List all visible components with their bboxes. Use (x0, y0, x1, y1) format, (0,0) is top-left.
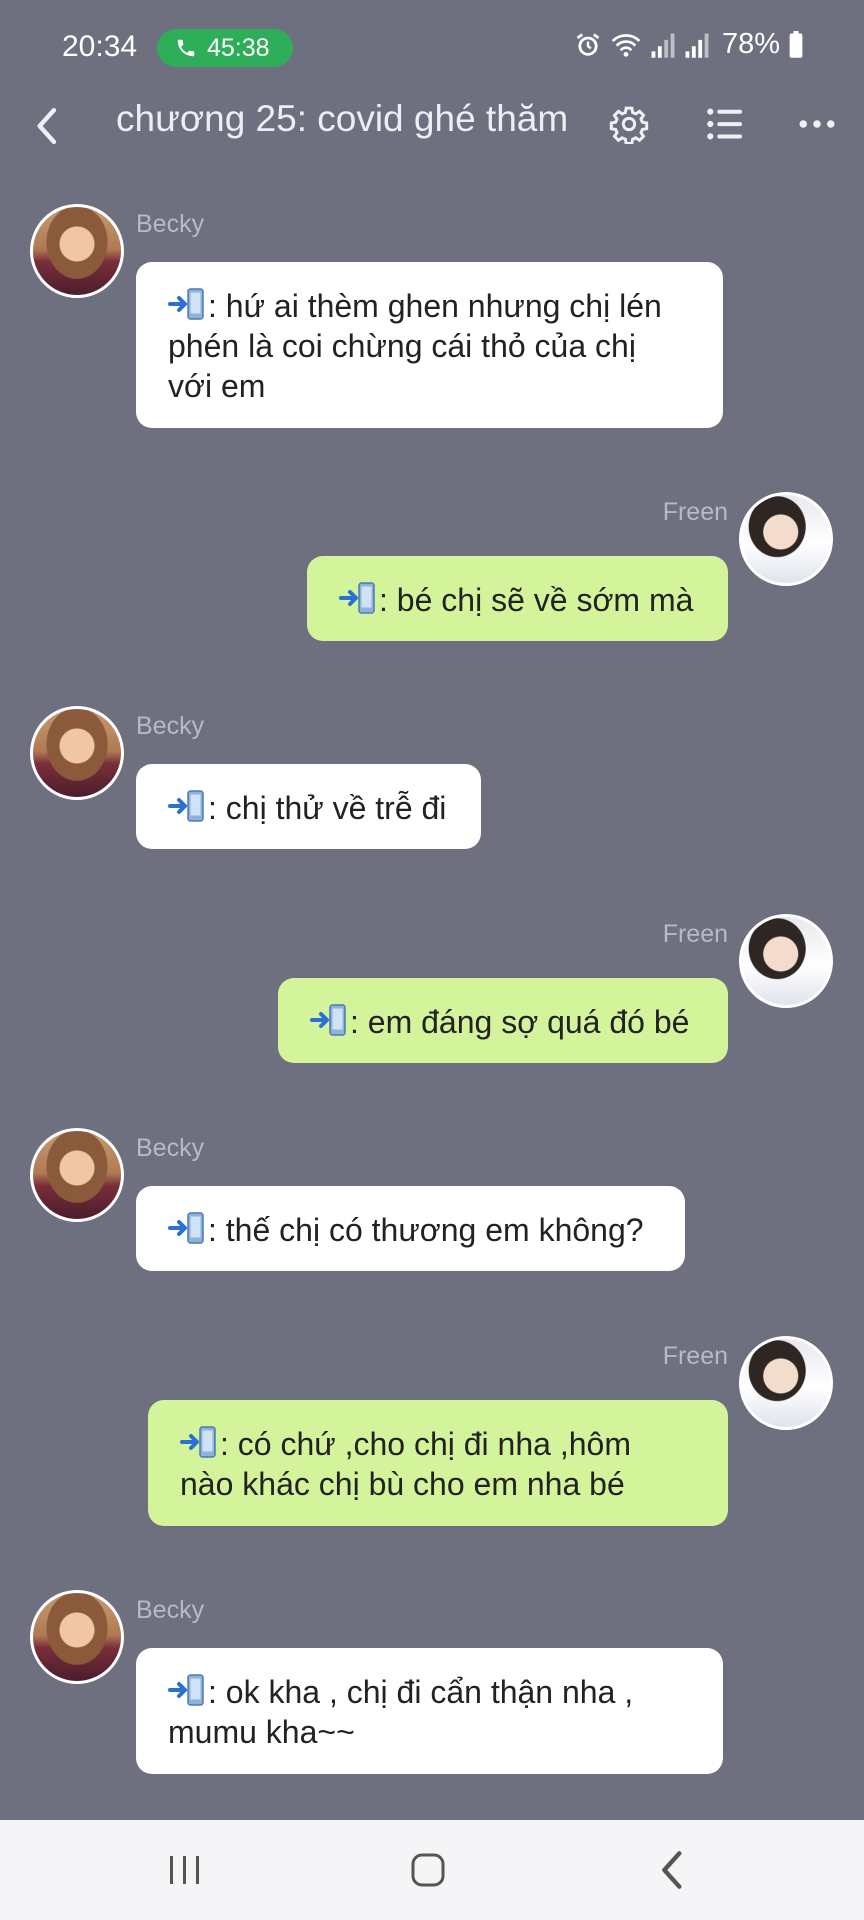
phone-transfer-icon (339, 582, 375, 614)
more-options-button[interactable] (792, 92, 842, 156)
recents-icon (170, 1856, 199, 1884)
recents-button[interactable] (150, 1842, 220, 1898)
sender-name: Becky (136, 210, 205, 238)
more-icon (799, 120, 835, 128)
phone-transfer-icon (168, 1212, 204, 1244)
back-icon (662, 1851, 682, 1889)
phone-transfer-icon (168, 288, 204, 320)
avatar-becky[interactable] (30, 1590, 124, 1684)
phone-transfer-icon (180, 1426, 216, 1458)
phone-transfer-icon (310, 1004, 346, 1036)
message-bubble[interactable]: : hứ ai thèm ghen nhưng chị lén phén là … (136, 262, 723, 428)
sender-name: Becky (136, 1596, 205, 1624)
status-icons: 78% (574, 28, 804, 61)
chapter-list-button[interactable] (700, 92, 750, 156)
sender-name: Becky (136, 712, 205, 740)
list-icon (707, 108, 742, 140)
title-bar: chương 25: covid ghé thăm (0, 88, 864, 168)
sender-name: Freen (662, 498, 728, 526)
message-bubble[interactable]: : em đáng sợ quá đó bé (278, 978, 728, 1063)
sender-name: Freen (662, 1342, 728, 1370)
message-bubble[interactable]: : ok kha , chị đi cẩn thận nha , mumu kh… (136, 1648, 723, 1774)
phone-call-icon (177, 39, 195, 57)
message-bubble[interactable]: : chị thử về trễ đi (136, 764, 481, 849)
chat-screen: 20:34 45:38 78% chương 25: covid ghé thă… (0, 0, 864, 1920)
avatar-becky[interactable] (30, 706, 124, 800)
signal-icon (685, 33, 709, 58)
home-icon (411, 1853, 445, 1887)
wifi-icon (611, 33, 641, 57)
call-duration: 45:38 (207, 33, 270, 62)
battery-percent: 78% (721, 28, 780, 60)
signal-icon (651, 33, 675, 58)
system-nav-bar (0, 1820, 864, 1920)
back-button[interactable] (18, 96, 74, 156)
status-time: 20:34 (62, 30, 138, 63)
chevron-left-icon (37, 107, 57, 145)
sender-name: Freen (662, 920, 728, 948)
message-bubble[interactable]: : có chứ ,cho chị đi nha ,hôm nào khác c… (148, 1400, 728, 1526)
phone-transfer-icon (168, 1674, 204, 1706)
battery-icon (789, 30, 803, 58)
alarm-icon (576, 32, 600, 56)
sender-name: Becky (136, 1134, 205, 1162)
avatar-becky[interactable] (30, 1128, 124, 1222)
avatar-freen[interactable] (739, 492, 833, 586)
message-bubble[interactable]: : bé chị sẽ về sớm mà (307, 556, 728, 641)
settings-button[interactable] (604, 92, 654, 156)
avatar-freen[interactable] (739, 1336, 833, 1430)
avatar-becky[interactable] (30, 204, 124, 298)
gear-icon (609, 106, 649, 144)
nav-back-button[interactable] (636, 1842, 706, 1898)
message-bubble[interactable]: : thế chị có thương em không? (136, 1186, 685, 1271)
avatar-freen[interactable] (739, 914, 833, 1008)
phone-transfer-icon (168, 790, 204, 822)
status-bar: 20:34 45:38 78% (0, 0, 864, 88)
home-button[interactable] (393, 1842, 463, 1898)
chapter-title: chương 25: covid ghé thăm (116, 98, 569, 139)
ongoing-call-pill[interactable]: 45:38 (157, 29, 293, 67)
